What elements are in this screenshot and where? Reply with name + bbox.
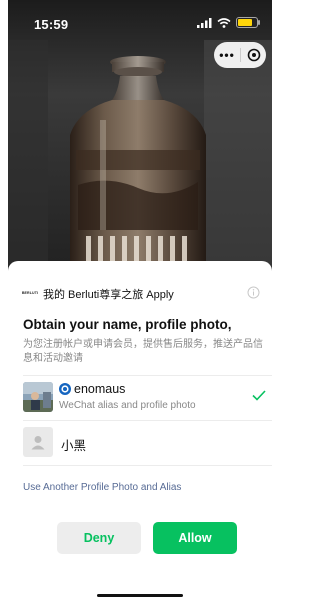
profile-option-wechat[interactable]: enomaus WeChat alias and profile photo — [23, 378, 272, 418]
profile-name: 小黑 — [61, 439, 87, 453]
phone-screen: 15:59 ••• BERLUTI 我的 Berluti尊享之旅 Apply O… — [8, 0, 272, 601]
deny-button[interactable]: Deny — [57, 522, 141, 554]
divider — [23, 420, 272, 421]
checkmark-icon — [252, 390, 266, 401]
default-user-avatar-icon — [23, 427, 53, 457]
signal-bars-icon — [197, 17, 212, 28]
battery-icon — [236, 17, 260, 28]
mini-program-capsule: ••• — [214, 42, 266, 68]
divider — [23, 465, 272, 466]
profile-name: enomaus — [74, 382, 126, 396]
wifi-icon — [217, 17, 231, 28]
permission-description: 为您注册帐户或申请会员，提供售后服务，推送产品信息和活动邀请 — [23, 339, 263, 364]
allow-button[interactable]: Allow — [153, 522, 237, 554]
info-icon[interactable] — [247, 286, 260, 299]
divider — [23, 375, 272, 376]
battery-fill — [238, 19, 252, 26]
close-circle-icon[interactable] — [241, 48, 266, 62]
blue-eye-badge-icon — [59, 383, 71, 395]
authorization-sheet: BERLUTI 我的 Berluti尊享之旅 Apply Obtain your… — [8, 261, 272, 601]
permission-title: Obtain your name, profile photo, — [23, 317, 232, 332]
more-dots-icon[interactable]: ••• — [214, 48, 240, 62]
app-logo: BERLUTI — [21, 287, 39, 301]
profile-name-line: enomaus — [59, 382, 125, 396]
status-time: 15:59 — [34, 17, 69, 32]
profile-photo-avatar — [23, 382, 53, 412]
status-bar: 15:59 — [8, 0, 272, 44]
profile-subtitle: WeChat alias and profile photo — [59, 400, 196, 411]
app-logo-text: BERLUTI — [21, 291, 39, 296]
app-header: BERLUTI 我的 Berluti尊享之旅 Apply — [21, 285, 262, 303]
use-another-profile-link[interactable]: Use Another Profile Photo and Alias — [23, 482, 181, 493]
home-indicator — [97, 594, 183, 597]
profile-option-alt[interactable]: 小黑 — [23, 423, 272, 463]
status-icons — [197, 17, 260, 28]
app-name: 我的 Berluti尊享之旅 Apply — [43, 289, 174, 301]
